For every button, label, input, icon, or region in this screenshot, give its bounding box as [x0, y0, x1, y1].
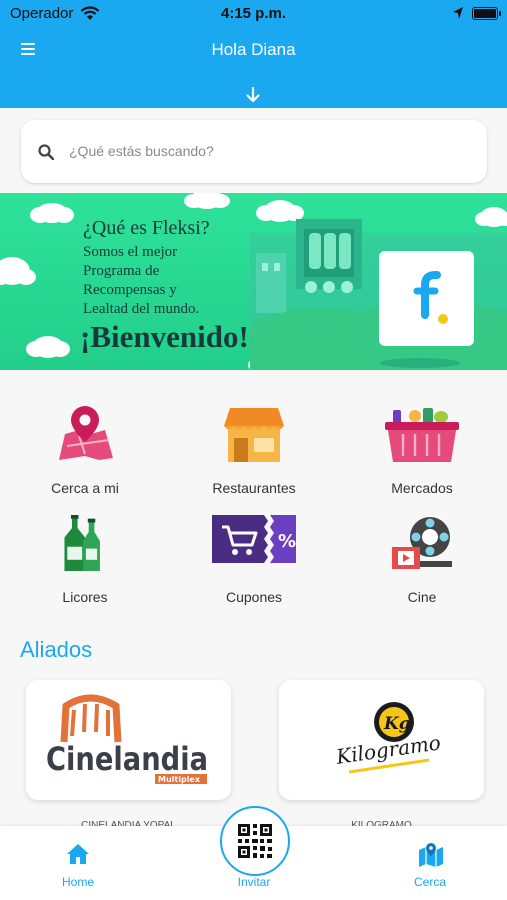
- category-label: Cine: [407, 589, 437, 605]
- svg-text:Cinelandia: Cinelandia: [46, 740, 208, 778]
- clock: 4:15 p.m.: [220, 5, 287, 22]
- svg-text:Multiplex: Multiplex: [158, 775, 201, 784]
- category-cupones[interactable]: % Cupones: [184, 515, 324, 605]
- nav-home[interactable]: Home: [28, 826, 128, 900]
- arrow-down-icon[interactable]: [245, 87, 261, 103]
- ally-card-cinelandia[interactable]: Cinelandia Multiplex: [26, 680, 231, 800]
- bottles-icon: [64, 515, 100, 571]
- banner-description: Somos el mejor Programa de Recompensas y…: [83, 243, 263, 319]
- section-title-aliados: Aliados: [20, 637, 93, 662]
- location-arrow-icon: [453, 7, 463, 19]
- category-licores[interactable]: Licores: [15, 515, 155, 605]
- map-pin-icon: [59, 406, 113, 460]
- category-label: Restaurantes: [212, 480, 296, 496]
- category-restaurantes[interactable]: Restaurantes: [184, 406, 324, 496]
- category-label: Cerca a mi: [51, 480, 119, 496]
- kilogramo-logo: Kg Kilogramo: [334, 702, 442, 774]
- svg-text:Kg: Kg: [383, 714, 411, 734]
- film-reel-icon: [392, 517, 452, 569]
- page-title: Hola Diana: [211, 40, 296, 59]
- home-icon: [67, 844, 89, 864]
- battery-tip: [499, 11, 501, 16]
- banner-line: Recompensas y: [83, 282, 177, 298]
- nav-label: Home: [61, 875, 94, 889]
- ally-card-kilogramo[interactable]: Kg Kilogramo: [279, 680, 484, 800]
- invite-qr-button[interactable]: [220, 806, 290, 876]
- battery-icon: [472, 7, 498, 20]
- coupon-icon: %: [212, 515, 296, 563]
- status-bar: Operador 4:15 p.m.: [0, 0, 507, 28]
- invite-label: Invitar: [237, 875, 271, 889]
- category-cine[interactable]: Cine: [352, 515, 492, 605]
- search-input[interactable]: [69, 132, 469, 170]
- category-label: Mercados: [391, 480, 453, 496]
- category-label: Cupones: [225, 589, 283, 605]
- banner-line: Somos el mejor: [83, 244, 178, 260]
- category-cerca-a-mi[interactable]: Cerca a mi: [15, 406, 155, 496]
- cinelandia-logo: Cinelandia Multiplex: [46, 694, 208, 784]
- banner-line: Lealtad del mundo.: [83, 301, 200, 317]
- banner-line: Programa de: [83, 263, 160, 279]
- map-icon: [419, 843, 443, 867]
- app-header: Operador 4:15 p.m. Hola Diana: [0, 0, 507, 108]
- category-mercados[interactable]: Mercados: [352, 406, 492, 496]
- promo-banner[interactable]: ¿Qué es Fleksi? Somos el mejor Programa …: [0, 193, 507, 370]
- banner-title: ¿Qué es Fleksi?: [83, 217, 210, 239]
- store-icon: [224, 408, 284, 462]
- fleksi-logo: [379, 251, 474, 346]
- qr-code-icon: [238, 824, 272, 858]
- category-label: Licores: [62, 589, 108, 605]
- search-bar[interactable]: [21, 120, 487, 183]
- svg-text:%: %: [278, 531, 296, 552]
- basket-icon: [385, 408, 459, 462]
- nav-label: Cerca: [413, 875, 446, 889]
- search-icon: [38, 144, 54, 160]
- nav-nearby[interactable]: Cerca: [380, 826, 480, 900]
- banner-headline: ¡Bienvenido!: [80, 319, 249, 354]
